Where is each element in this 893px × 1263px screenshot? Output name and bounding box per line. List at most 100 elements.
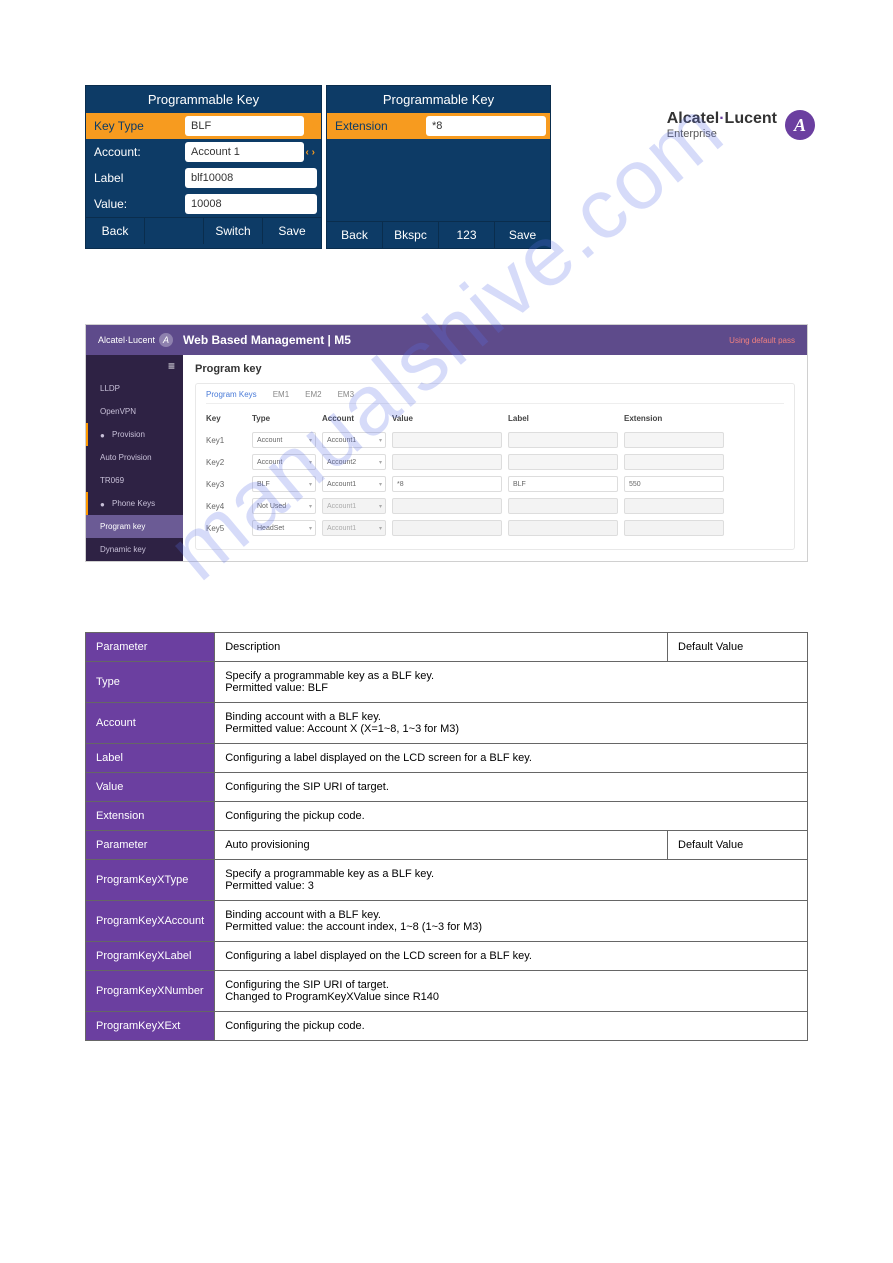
softkey-button[interactable]: Back bbox=[327, 221, 382, 248]
text-field[interactable] bbox=[624, 454, 724, 470]
phone-field-value[interactable]: 10008 bbox=[185, 194, 317, 214]
text-field bbox=[508, 498, 618, 514]
hamburger-icon[interactable]: ≡ bbox=[86, 355, 183, 377]
sidebar-item[interactable]: Auto Provision bbox=[86, 446, 183, 469]
select-field[interactable]: BLF▾ bbox=[252, 476, 316, 492]
brand-subtitle: Enterprise bbox=[667, 128, 777, 140]
text-field[interactable]: 550 bbox=[624, 476, 724, 492]
phone-field: Account:Account 1‹ › bbox=[86, 139, 321, 165]
select-field[interactable]: Account2▾ bbox=[322, 454, 386, 470]
text-field[interactable]: *8 bbox=[392, 476, 502, 492]
sidebar-label: TR069 bbox=[100, 476, 124, 485]
softkey-button[interactable]: Save bbox=[494, 221, 550, 248]
softkey-button[interactable]: 123 bbox=[438, 221, 494, 248]
text-field[interactable]: BLF bbox=[508, 476, 618, 492]
web-management-screenshot: Alcatel·Lucent A Web Based Management | … bbox=[85, 324, 808, 562]
param-desc: Binding account with a BLF key. Permitte… bbox=[215, 703, 808, 744]
column-header: Label bbox=[508, 414, 618, 423]
softkey-button[interactable]: Save bbox=[262, 217, 321, 244]
select-field[interactable]: Not Used▾ bbox=[252, 498, 316, 514]
sidebar-label: Dynamic key bbox=[100, 545, 146, 554]
phone-field-label: Extension bbox=[331, 119, 426, 133]
sidebar-item[interactable]: OpenVPN bbox=[86, 400, 183, 423]
brand-logo: Alcatel·Lucent Enterprise A bbox=[667, 110, 815, 140]
param-desc: Configuring the pickup code. bbox=[215, 802, 808, 831]
softkey-button[interactable]: Switch bbox=[203, 217, 262, 244]
row-key: Key4 bbox=[206, 502, 246, 511]
chevron-down-icon: ▾ bbox=[309, 459, 312, 466]
sidebar-label: Phone Keys bbox=[112, 499, 155, 508]
sidebar-label: Provision bbox=[112, 430, 145, 439]
wm-main: Program key Program KeysEM1EM2EM3 KeyTyp… bbox=[183, 355, 807, 561]
phone-field: Labelblf10008 bbox=[86, 165, 321, 191]
select-field[interactable]: Account▾ bbox=[252, 454, 316, 470]
column-header: Extension bbox=[624, 414, 724, 423]
sidebar-icon: ● bbox=[100, 431, 108, 439]
select-field[interactable]: Account▾ bbox=[252, 432, 316, 448]
text-field[interactable] bbox=[392, 432, 502, 448]
softkey-button[interactable]: Back bbox=[86, 217, 144, 244]
phone-left-title: Programmable Key bbox=[86, 86, 321, 113]
chevron-down-icon: ▾ bbox=[309, 437, 312, 444]
phone-panel-right: Programmable Key Extension*8 BackBkspc12… bbox=[326, 85, 551, 249]
phone-field-label: Key Type bbox=[90, 119, 185, 133]
wm-tabs: Program Keys EM1 EM2 EM3 bbox=[206, 390, 784, 404]
column-header: Type bbox=[252, 414, 316, 423]
wm-title: Web Based Management | M5 bbox=[183, 333, 351, 347]
wm-sidebar: ≡ LLDP OpenVPN ● Provision Auto Provision TR0… bbox=[86, 355, 183, 561]
param-name: ProgramKeyXNumber bbox=[86, 971, 215, 1012]
table-row: Key1 Account▾ Account1▾ bbox=[206, 429, 784, 451]
table-row: Key5HeadSet▾Account1▾ bbox=[206, 517, 784, 539]
select-field[interactable]: Account1▾ bbox=[322, 432, 386, 448]
chevron-down-icon: ▾ bbox=[379, 459, 382, 466]
sidebar-item[interactable]: ●Phone Keys bbox=[86, 492, 183, 515]
param-default: Default Value bbox=[668, 831, 808, 860]
chevron-down-icon: ▾ bbox=[309, 481, 312, 488]
phone-field-value[interactable]: blf10008 bbox=[185, 168, 317, 188]
sidebar-label: OpenVPN bbox=[100, 407, 136, 416]
sidebar-label: Program key bbox=[100, 522, 145, 531]
param-name: Label bbox=[86, 744, 215, 773]
sidebar-item[interactable]: Dynamic key bbox=[86, 538, 183, 561]
tab[interactable]: EM1 bbox=[273, 390, 289, 399]
softkey-button bbox=[144, 217, 203, 244]
table-row: Key2 Account▾ Account2▾ bbox=[206, 451, 784, 473]
select-field[interactable]: HeadSet▾ bbox=[252, 520, 316, 536]
sidebar-item[interactable]: Program key bbox=[86, 515, 183, 538]
phone-field: Value:10008 bbox=[86, 191, 321, 217]
brand-glyph-icon: A bbox=[785, 110, 815, 140]
select-field[interactable]: Account1▾ bbox=[322, 476, 386, 492]
sidebar-item[interactable]: TR069 bbox=[86, 469, 183, 492]
param-desc: Auto provisioning bbox=[215, 831, 668, 860]
sidebar-label: Auto Provision bbox=[100, 453, 152, 462]
chevron-down-icon: ▾ bbox=[379, 525, 382, 532]
text-field[interactable] bbox=[392, 454, 502, 470]
sidebar-item[interactable]: LLDP bbox=[86, 377, 183, 400]
phone-field-value[interactable]: Account 1 bbox=[185, 142, 304, 162]
softkey-button[interactable]: Bkspc bbox=[382, 221, 438, 248]
tab[interactable]: EM2 bbox=[305, 390, 321, 399]
tab[interactable]: EM3 bbox=[338, 390, 354, 399]
phone-field-label: Label bbox=[90, 171, 185, 185]
text-field[interactable] bbox=[508, 454, 618, 470]
arrows-icon[interactable]: ‹ › bbox=[304, 121, 317, 132]
table-row: Key4Not Used▾Account1▾ bbox=[206, 495, 784, 517]
param-desc: Configuring a label displayed on the LCD… bbox=[215, 744, 808, 773]
sidebar-item[interactable]: ● Provision bbox=[86, 423, 183, 446]
param-name: ProgramKeyXType bbox=[86, 860, 215, 901]
phone-field-value[interactable]: BLF bbox=[185, 116, 304, 136]
param-name: Type bbox=[86, 662, 215, 703]
phone-right-title: Programmable Key bbox=[327, 86, 550, 113]
row-key: Key1 bbox=[206, 436, 246, 445]
text-field[interactable] bbox=[508, 432, 618, 448]
text-field[interactable] bbox=[624, 432, 724, 448]
arrows-icon[interactable]: ‹ › bbox=[304, 147, 317, 158]
param-name: ProgramKeyXExt bbox=[86, 1012, 215, 1041]
row-key: Key3 bbox=[206, 480, 246, 489]
phone-field-value[interactable]: *8 bbox=[426, 116, 546, 136]
phone-field: Key TypeBLF‹ › bbox=[86, 113, 321, 139]
chevron-down-icon: ▾ bbox=[309, 525, 312, 532]
tab[interactable]: Program Keys bbox=[206, 390, 257, 399]
row-key: Key2 bbox=[206, 458, 246, 467]
param-desc: Configuring the SIP URI of target. Chang… bbox=[215, 971, 808, 1012]
